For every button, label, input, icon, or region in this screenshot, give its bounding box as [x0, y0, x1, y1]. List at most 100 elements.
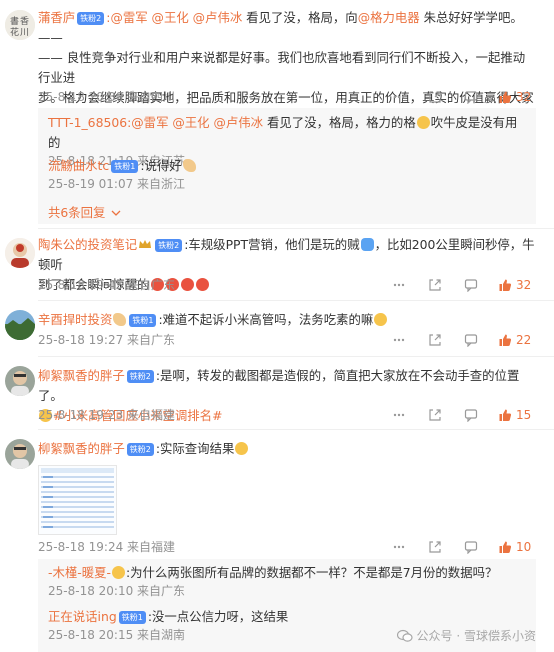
watermark-text: 公众号 · 雪球偿系小资 [416, 629, 536, 643]
avatar-image-icon [5, 439, 35, 469]
comment-author[interactable]: 柳絮飘香的胖子 [38, 441, 125, 456]
avatar[interactable] [5, 310, 35, 340]
mention-links[interactable]: :@雷军 @王化 @卢伟冰 [106, 10, 242, 25]
reply-text: :为什么两张图所有品牌的数据都不一样？不是都是7月份的数据吗？ [125, 565, 498, 580]
more-icon[interactable] [392, 278, 406, 292]
comment-actions: 10 [370, 539, 532, 555]
avatar[interactable]: 書香花川 [5, 10, 35, 40]
reply-item: -木槿-暖夏-:为什么两张图所有品牌的数据都不一样？不是都是7月份的数据吗？ 2… [48, 563, 528, 599]
more-icon[interactable] [392, 408, 406, 422]
svg-text:川: 川 [20, 28, 29, 38]
fan-badge: 铁粉2 [126, 370, 154, 383]
divider [38, 429, 554, 430]
like-count: 32 [516, 90, 532, 104]
avatar-image-icon: 書香花川 [5, 10, 35, 40]
comment-content: 辛酉捍时投资 铁粉1:难道不起诉小米高管吗，法务吃素的嘛 [38, 310, 536, 330]
more-icon[interactable] [392, 90, 406, 104]
fan-badge: 铁粉1 [111, 160, 139, 173]
svg-text:花: 花 [10, 26, 19, 38]
fan-badge: 铁粉2 [155, 239, 183, 252]
comment-text: :车规级PPT营销，他们是玩的贼 [184, 237, 360, 252]
like-button[interactable]: 10 [498, 540, 532, 554]
comment-text: :实际查询结果 [155, 441, 235, 456]
more-icon[interactable] [392, 333, 406, 347]
more-replies-label: 共6条回复 [48, 205, 106, 220]
avatar[interactable] [5, 439, 35, 469]
like-count: 15 [516, 408, 532, 422]
share-icon[interactable] [428, 540, 442, 554]
wechat-icon [396, 629, 413, 642]
like-button[interactable]: 32 [498, 90, 532, 104]
reply-meta: 25-8-19 01:07 来自浙江 [48, 177, 186, 191]
fan-badge: 铁粉2 [126, 443, 154, 456]
like-button[interactable]: 15 [498, 408, 532, 422]
comment-author[interactable]: 陶朱公的投资笔记 [38, 237, 137, 252]
attached-image[interactable] [38, 465, 117, 535]
comment-actions: 15 [370, 407, 532, 423]
mention-link[interactable]: @格力电器 [358, 10, 420, 25]
grin-emoji-icon [416, 116, 430, 129]
reply-text: 看见了没，格局，格力的格 [263, 115, 416, 130]
comment-icon[interactable] [464, 278, 478, 292]
reply-author[interactable]: TTT-1_68506 [48, 115, 127, 130]
share-icon[interactable] [428, 333, 442, 347]
avatar[interactable] [5, 238, 35, 268]
comment-text: :难道不起诉小米高管吗，法务吃素的嘛 [158, 312, 374, 327]
comment-text: 看见了没，格局，向 [242, 10, 358, 25]
svg-text:香: 香 [20, 16, 29, 27]
comment-icon[interactable] [464, 333, 478, 347]
like-icon [499, 91, 512, 103]
comment-list: 書香花川 蒲香庐 铁粉2:@雷军 @王化 @卢伟冰 看见了没，格局，向@格力电器 … [0, 0, 554, 652]
watermark: 公众号 · 雪球偿系小资 [396, 627, 536, 644]
divider [38, 300, 554, 301]
like-icon [499, 334, 512, 346]
like-button[interactable]: 22 [498, 333, 532, 347]
reply-author[interactable]: 正在说话ing [48, 609, 117, 624]
like-icon [499, 409, 512, 421]
fan-badge: 铁粉1 [118, 611, 146, 624]
comment-item: 陶朱公的投资笔记 铁粉2:车规级PPT营销，他们是玩的贼 ，比如200公里瞬间秒停，… [0, 230, 554, 302]
share-icon[interactable] [428, 408, 442, 422]
share-icon[interactable] [428, 90, 442, 104]
comment-content: 柳絮飘香的胖子 铁粉2:实际查询结果 [38, 439, 536, 459]
svg-text:書: 書 [10, 15, 19, 27]
comment-icon[interactable] [464, 90, 478, 104]
comment-item: 辛酉捍时投资 铁粉1:难道不起诉小米高管吗，法务吃素的嘛 25-8-18 19:2… [0, 302, 554, 358]
comment-meta: 25-8-18 19:24 来自福建 [38, 540, 176, 554]
avatar[interactable] [5, 366, 35, 396]
more-replies-link[interactable]: 共6条回复 [48, 202, 121, 221]
comment-meta: 25-8-18 19:45 来自广东 [38, 278, 176, 292]
like-button[interactable]: 32 [498, 278, 532, 292]
ranking-table-image-icon [39, 466, 116, 534]
comment-item: 柳絮飘香的胖子 铁粉2:实际查询结果 25-8-18 19:24 来自福建 10 … [0, 431, 554, 652]
comment-icon[interactable] [464, 540, 478, 554]
reply-text: :说得好 [140, 158, 182, 173]
reply-author[interactable]: -木槿-暖夏- [48, 565, 111, 580]
like-count: 22 [516, 333, 532, 347]
comment-meta: 25-8-18 20:30 来自四川 [38, 90, 176, 104]
comment-item: 書香花川 蒲香庐 铁粉2:@雷军 @王化 @卢伟冰 看见了没，格局，向@格力电器 … [0, 0, 554, 230]
comment-actions: 32 [370, 89, 532, 105]
avatar-image-icon [5, 238, 35, 268]
crown-icon [139, 240, 152, 248]
comment-actions: 22 [370, 332, 532, 348]
comment-author[interactable]: 蒲香庐 [38, 10, 75, 25]
reply-author[interactable]: 流觞曲水tc [48, 158, 109, 173]
more-icon[interactable] [392, 540, 406, 554]
like-count: 32 [516, 278, 532, 292]
comment-author[interactable]: 柳絮飘香的胖子 [38, 368, 125, 383]
divider [38, 228, 554, 229]
laugh-emoji-icon [235, 442, 249, 455]
comment-author[interactable]: 辛酉捍时投资 [38, 312, 112, 327]
smirk-emoji-icon [374, 313, 388, 326]
mention-links[interactable]: :@雷军 @王化 @卢伟冰 [127, 115, 263, 130]
fan-badge: 铁粉1 [129, 314, 157, 327]
comment-icon[interactable] [464, 408, 478, 422]
fan-badge: 铁粉2 [77, 12, 105, 25]
share-icon[interactable] [428, 278, 442, 292]
comment-meta: 25-8-18 19:23 来自福建 [38, 408, 176, 422]
comment-meta: 25-8-18 19:27 来自广东 [38, 333, 176, 347]
divider [38, 356, 554, 357]
comment-item: 柳絮飘香的胖子 铁粉2:是啊，转发的截图都是造假的，简直把大家放在不会动手查的位置… [0, 358, 554, 430]
like-icon [499, 541, 512, 553]
